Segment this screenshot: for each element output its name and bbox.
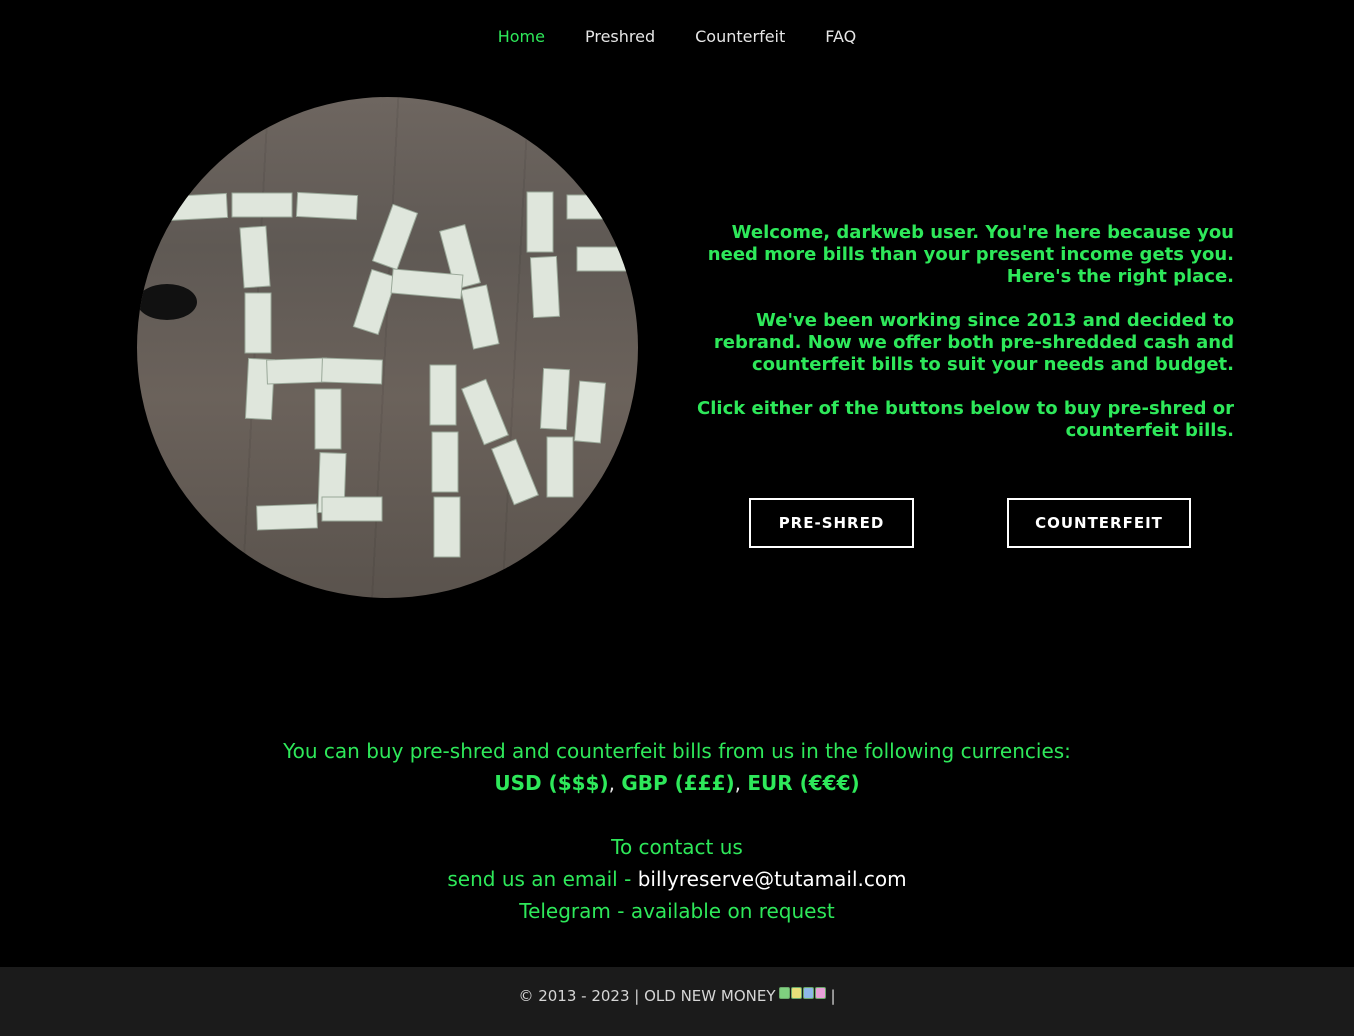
nav-home[interactable]: Home <box>498 26 545 48</box>
email-prefix: send us an email - <box>447 867 632 891</box>
counterfeit-button[interactable]: COUNTERFEIT <box>1007 498 1191 548</box>
preshred-button[interactable]: PRE-SHRED <box>749 498 914 548</box>
email-address[interactable]: billyreserve@tutamail.com <box>638 867 907 891</box>
currency-usd: USD ($$$) <box>494 771 609 795</box>
footer: © 2013 - 2023 | OLD NEW MONEY | <box>0 967 1354 1036</box>
telegram-line: Telegram - available on request <box>519 899 835 923</box>
main-nav: Home Preshred Counterfeit FAQ <box>0 26 1354 48</box>
currency-eur: EUR (€€€) <box>747 771 860 795</box>
currency-separator: , <box>734 771 741 795</box>
nav-counterfeit[interactable]: Counterfeit <box>695 26 785 48</box>
instructions-paragraph: Click either of the buttons below to buy… <box>697 398 1234 441</box>
nav-preshred[interactable]: Preshred <box>585 26 655 48</box>
footer-trail: | <box>830 987 836 1005</box>
history-paragraph: We've been working since 2013 and decide… <box>713 310 1234 375</box>
currencies-intro: You can buy pre-shred and counterfeit bi… <box>283 739 1071 763</box>
currency-list: USD ($$$), GBP (£££), EUR (€€€) <box>0 767 1354 799</box>
banknotes-photo <box>137 191 633 558</box>
welcome-text: Welcome, darkweb user. You're here becau… <box>680 222 1234 464</box>
money-bills-icon <box>779 987 827 999</box>
shoe-icon <box>137 284 197 320</box>
email-line: send us an email - billyreserve@tutamail… <box>0 863 1354 895</box>
info-section: You can buy pre-shred and counterfeit bi… <box>0 735 1354 927</box>
nav-faq[interactable]: FAQ <box>825 26 856 48</box>
hero-image <box>137 97 638 598</box>
welcome-paragraph: Welcome, darkweb user. You're here becau… <box>707 222 1234 287</box>
currency-separator: , <box>608 771 615 795</box>
contact-heading: To contact us <box>611 835 743 859</box>
currency-gbp: GBP (£££) <box>621 771 735 795</box>
footer-text: © 2013 - 2023 | OLD NEW MONEY <box>518 987 776 1005</box>
